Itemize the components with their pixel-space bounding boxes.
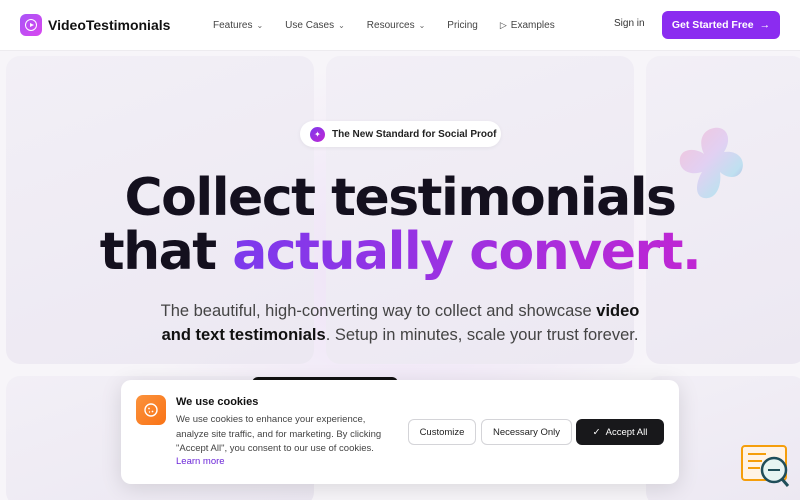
nav-item-resources[interactable]: Resources ⌄ <box>367 20 426 31</box>
headline-plain: that <box>99 222 233 282</box>
cta-label: Get Started Free <box>671 19 754 31</box>
sparkle-icon: ✦ <box>310 126 325 142</box>
learn-more-link[interactable]: Learn more <box>176 456 225 467</box>
feedback-widget-icon[interactable] <box>740 444 792 490</box>
nav-item-label: Resources <box>366 19 415 31</box>
top-nav: VideoTestimonials Features ⌄ Use Cases ⌄ R… <box>0 0 800 50</box>
play-logo-icon <box>20 14 42 36</box>
sub-text: The beautiful, high-converting way to co… <box>160 302 597 320</box>
brand-logo[interactable]: VideoTestimonials <box>20 14 170 36</box>
play-outline-icon: ▷ <box>499 19 507 30</box>
nav-links: Features ⌄ Use Cases ⌄ Resources ⌄ Pricing … <box>213 0 577 50</box>
hero-headline-line2: that actually convert. <box>0 222 800 282</box>
arrow-right-icon: → <box>759 19 771 31</box>
sub-text: . Setup in minutes, scale your trust for… <box>325 326 639 344</box>
accept-label: Accept All <box>605 426 648 438</box>
nav-item-label: Examples <box>510 19 555 31</box>
hero-headline-line1: Collect testimonials <box>124 168 677 228</box>
headline-accent: actually convert. <box>232 222 702 282</box>
necessary-only-button[interactable]: Necessary Only <box>481 419 572 445</box>
chevron-down-icon: ⌄ <box>418 20 426 30</box>
badge-label: The New Standard for Social Proof <box>332 128 497 140</box>
nav-item-pricing[interactable]: Pricing <box>447 20 478 31</box>
cookie-banner: We use cookies We use cookies to enhance… <box>121 380 679 484</box>
cookie-description: We use cookies to enhance your experienc… <box>176 414 382 454</box>
nav-item-features[interactable]: Features ⌄ <box>213 20 263 31</box>
brand-name: VideoTestimonials <box>48 17 171 33</box>
hero-badge: ✦ The New Standard for Social Proof <box>300 121 501 147</box>
accept-all-button[interactable]: ✓ Accept All <box>576 419 664 445</box>
cookie-icon <box>136 395 166 425</box>
chevron-down-icon: ⌄ <box>256 20 264 30</box>
nav-item-label: Use Cases <box>285 19 335 31</box>
cookie-title: We use cookies <box>176 396 259 408</box>
nav-item-examples[interactable]: ▷ Examples <box>500 20 555 31</box>
customize-button[interactable]: Customize <box>408 419 476 445</box>
sign-in-link[interactable]: Sign in <box>614 18 645 29</box>
chevron-down-icon: ⌄ <box>338 20 345 30</box>
hero-subheadline: The beautiful, high-converting way to co… <box>150 299 650 347</box>
get-started-button[interactable]: Get Started Free → <box>662 11 780 39</box>
sub-bold: and text testimonials <box>161 326 326 344</box>
sub-bold: video <box>596 302 640 320</box>
check-icon: ✓ <box>592 426 601 438</box>
nav-item-label: Pricing <box>447 19 478 31</box>
nav-item-use-cases[interactable]: Use Cases ⌄ <box>285 20 345 31</box>
nav-item-label: Features <box>213 19 253 31</box>
